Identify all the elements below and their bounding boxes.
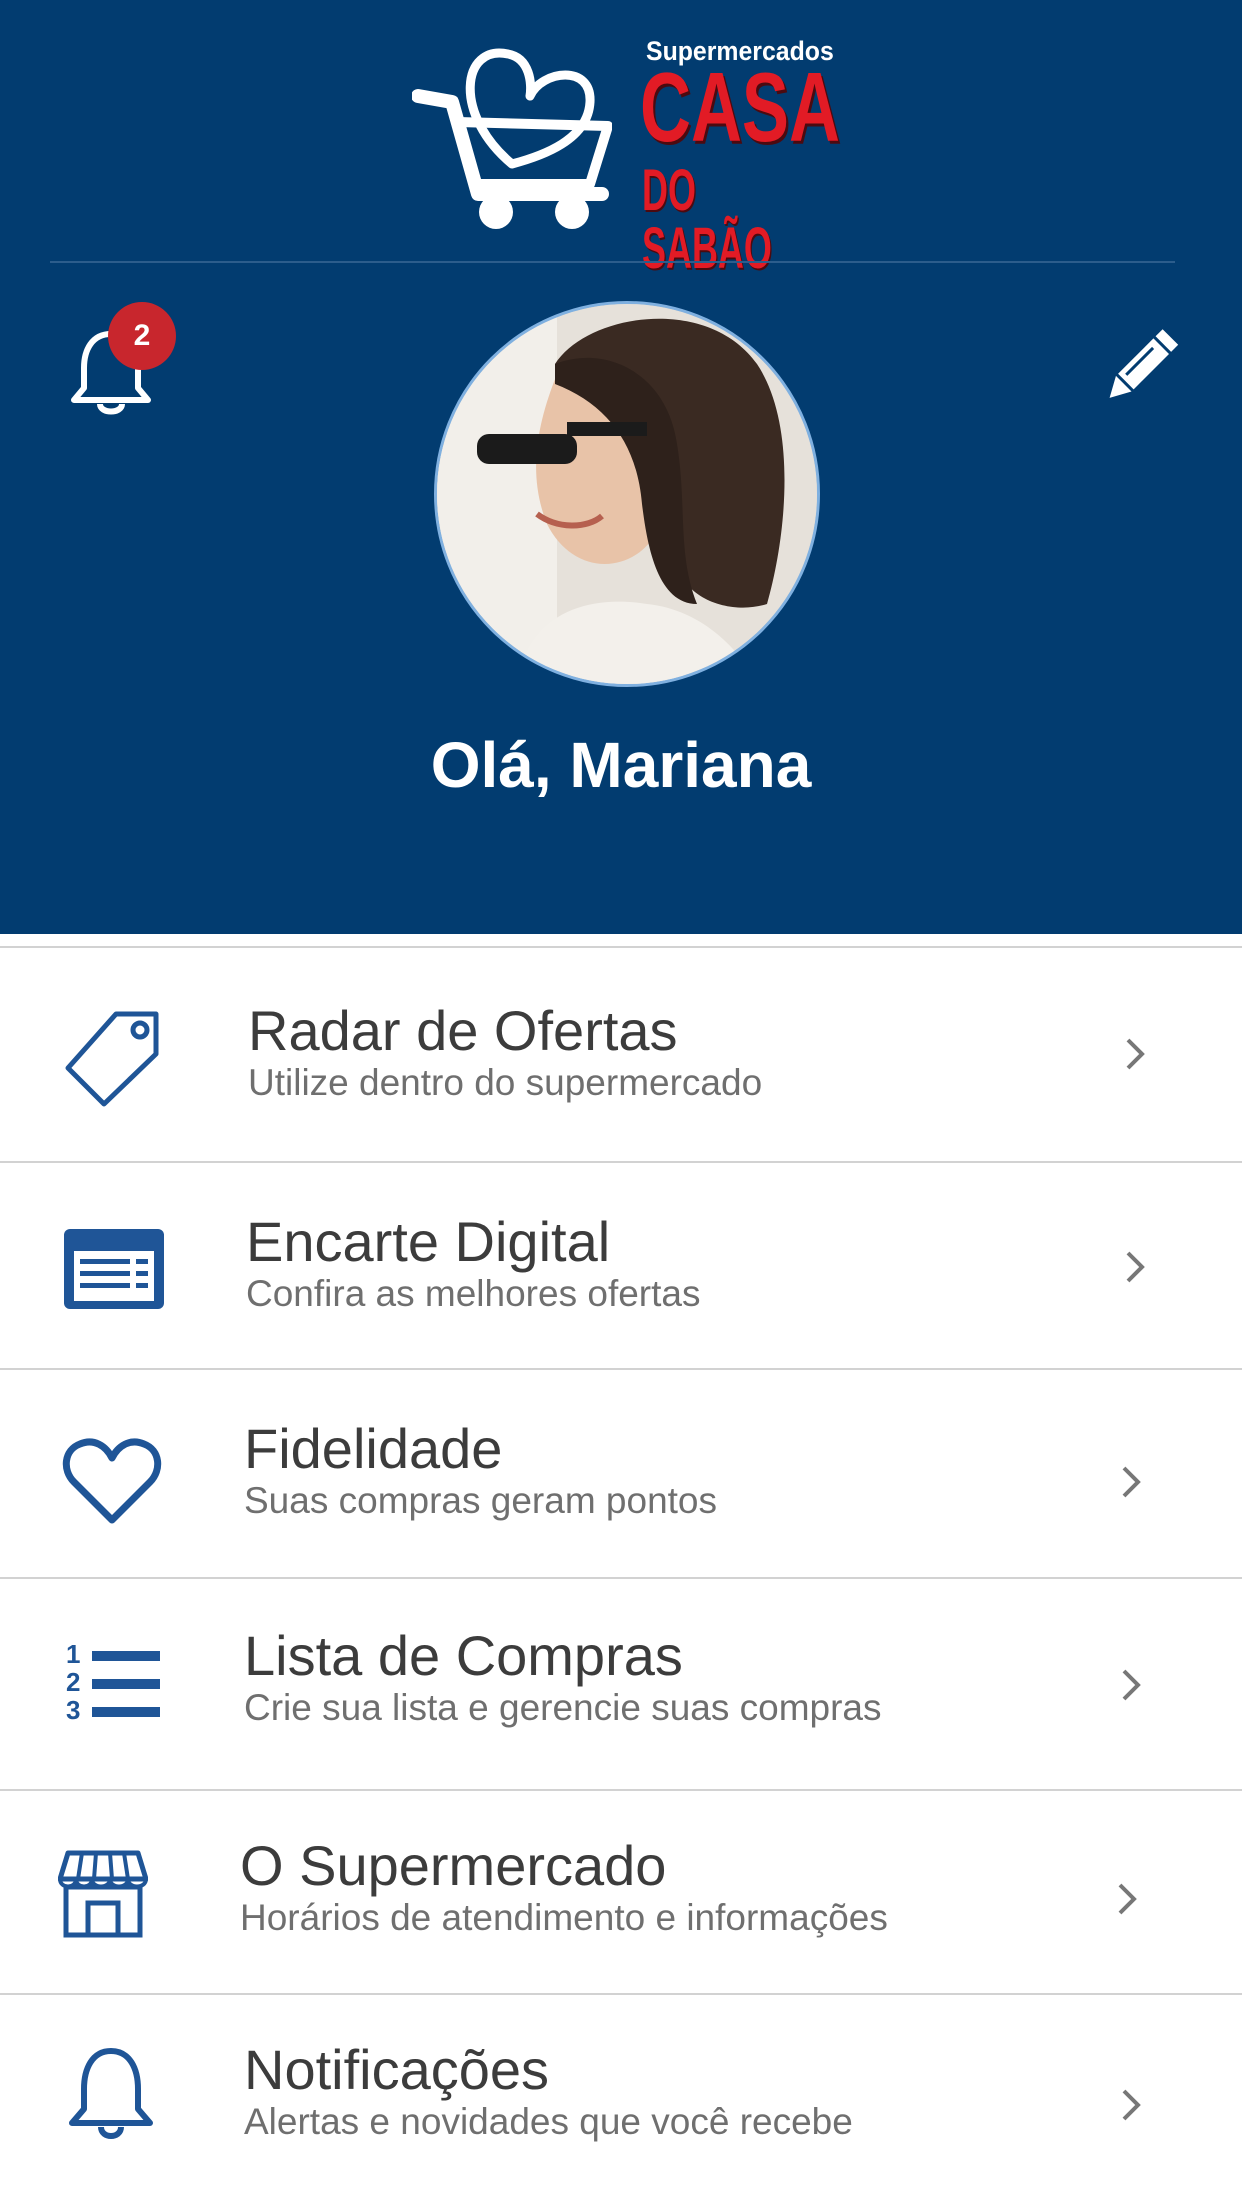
- chevron-right-icon: [1122, 1466, 1141, 1498]
- chevron-right-icon: [1118, 1883, 1137, 1915]
- svg-text:2: 2: [66, 1667, 80, 1697]
- chevron-right-icon: [1122, 2089, 1141, 2121]
- numbered-list-icon: 1 2 3: [66, 1639, 160, 1725]
- svg-text:1: 1: [66, 1639, 80, 1669]
- menu-item-title: Encarte Digital: [246, 1210, 611, 1273]
- store-icon: [58, 1850, 148, 1938]
- menu-item-title: Fidelidade: [244, 1417, 503, 1480]
- menu-item-subtitle: Horários de atendimento e informações: [240, 1897, 888, 1938]
- menu-item-o-supermercado[interactable]: O Supermercado Horários de atendimento e…: [0, 1789, 1242, 1993]
- heart-icon: [62, 1438, 162, 1524]
- edit-profile-button[interactable]: [1100, 326, 1180, 406]
- menu-item-subtitle: Utilize dentro do supermercado: [248, 1062, 763, 1103]
- menu-item-title: Notificações: [244, 2038, 550, 2101]
- menu-item-fidelidade[interactable]: Fidelidade Suas compras geram pontos: [0, 1368, 1242, 1577]
- notification-count-badge: 2: [108, 302, 176, 370]
- chevron-right-icon: [1126, 1038, 1145, 1070]
- menu-item-title: Lista de Compras: [244, 1624, 683, 1687]
- tag-icon: [65, 1011, 159, 1107]
- brand-line-casa: CASA: [640, 52, 840, 162]
- user-avatar[interactable]: [434, 301, 820, 687]
- menu-item-title: O Supermercado: [240, 1834, 667, 1897]
- flyer-icon: [64, 1229, 164, 1309]
- greeting-text: Olá, Mariana: [430, 729, 812, 801]
- menu-item-subtitle: Confira as melhores ofertas: [246, 1273, 701, 1314]
- header-divider: [50, 261, 1175, 263]
- user-photo-illustration: [437, 304, 817, 684]
- pencil-icon: [1109, 329, 1179, 398]
- menu-item-title: Radar de Ofertas: [248, 999, 678, 1062]
- menu-item-lista-de-compras[interactable]: 1 2 3 Lista de Compras Crie sua lista e …: [0, 1577, 1242, 1789]
- svg-text:3: 3: [66, 1695, 80, 1725]
- chevron-right-icon: [1122, 1669, 1141, 1701]
- bell-icon: [69, 2048, 153, 2139]
- brand-logo: Supermercados CASA DO SABÃO: [412, 36, 842, 278]
- menu-item-subtitle: Crie sua lista e gerencie suas compras: [244, 1687, 882, 1728]
- menu-item-subtitle: Alertas e novidades que você recebe: [244, 2101, 853, 2142]
- menu-item-radar-de-ofertas[interactable]: Radar de Ofertas Utilize dentro do super…: [0, 946, 1242, 1161]
- menu-item-notificacoes[interactable]: Notificações Alertas e novidades que voc…: [0, 1993, 1242, 2208]
- chevron-right-icon: [1126, 1251, 1145, 1283]
- menu-item-subtitle: Suas compras geram pontos: [244, 1480, 718, 1521]
- menu-item-encarte-digital[interactable]: Encarte Digital Confira as melhores ofer…: [0, 1161, 1242, 1368]
- shopping-cart-heart-logo-icon: [412, 48, 612, 229]
